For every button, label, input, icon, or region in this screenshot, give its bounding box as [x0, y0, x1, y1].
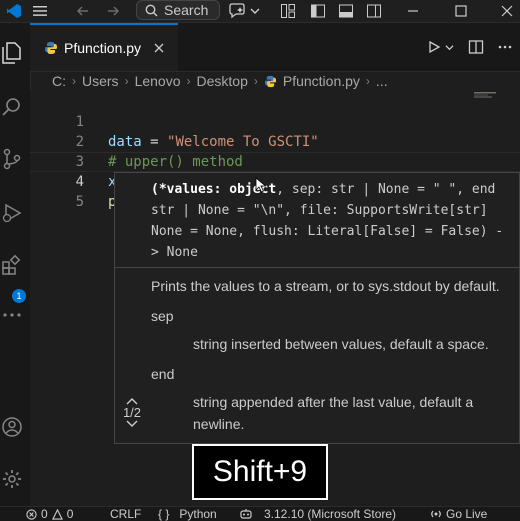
minimize-icon[interactable] [406, 0, 420, 22]
popup-divider [115, 267, 519, 268]
maximize-icon[interactable] [454, 0, 468, 22]
code-line-3: 3 x = data.upper() [30, 132, 520, 190]
go-live-button[interactable]: Go Live [430, 507, 487, 521]
breadcrumb-chevron-icon: › [72, 74, 76, 88]
chevron-up-icon[interactable] [126, 397, 138, 405]
language-mode[interactable]: { } Python [158, 507, 217, 521]
search-icon [145, 4, 158, 16]
broadcast-icon [431, 510, 441, 518]
breadcrumb-chevron-icon: › [253, 74, 258, 88]
breadcrumb-chevron-icon: › [124, 74, 129, 88]
breadcrumb-chevron-icon: › [186, 74, 191, 88]
breadcrumb-item-symbols[interactable]: ... [376, 73, 388, 89]
search-view-icon[interactable] [0, 95, 24, 119]
run-play-icon [429, 40, 441, 54]
doc-param-sep-desc: string inserted between values, default … [193, 336, 489, 352]
python-file-icon [45, 42, 57, 54]
doc-param-end-desc: string appended after the last value, de… [193, 394, 474, 432]
chevron-down-icon[interactable] [126, 420, 138, 428]
tab-label: Pfunction.py [64, 40, 142, 56]
go-live-label: Go Live [446, 507, 488, 521]
code-line-2: 2 # upper() method [30, 112, 520, 170]
interpreter-icon [240, 509, 252, 519]
status-bar: 0 0 CRLF { } Python 3.12.10 (Microsoft S… [0, 506, 520, 521]
run-debug-icon[interactable] [0, 201, 24, 225]
signature-line-3: None = None, flush: Literal[False] = Fal… [151, 224, 504, 239]
close-tab-icon[interactable] [153, 42, 165, 54]
tab-pfunction[interactable]: Pfunction.py [30, 23, 178, 71]
toggle-secondary-sidebar-icon[interactable] [366, 0, 382, 22]
settings-gear-icon[interactable] [0, 467, 24, 491]
chevron-down-icon[interactable] [250, 0, 260, 22]
editor-tab-bar: Pfunction.py [30, 23, 520, 72]
menu-icon[interactable] [32, 0, 48, 22]
split-editor-icon[interactable] [468, 39, 484, 55]
breadcrumb-item-desktop[interactable]: Desktop [197, 73, 248, 89]
extensions-icon[interactable] [0, 253, 24, 277]
layout-customize-icon[interactable] [280, 0, 296, 22]
close-window-icon[interactable] [500, 0, 514, 22]
breadcrumb-item-users[interactable]: Users [82, 73, 119, 89]
error-icon [26, 508, 37, 520]
breadcrumb: C: › Users › Lenovo › Desktop › Pfunctio… [52, 72, 388, 90]
line-number: 5 [75, 194, 84, 210]
mouse-pointer-icon [255, 177, 267, 193]
signature-help-popup[interactable]: (*values: object, sep: str | None = " ",… [114, 172, 520, 444]
account-icon[interactable] [0, 415, 24, 439]
more-actions-icon[interactable] [498, 45, 512, 49]
signature-line-4: > None [151, 245, 198, 260]
code-line-4: 4 print() [30, 152, 520, 211]
title-bar: Search [0, 0, 520, 23]
python-interpreter[interactable]: 3.12.10 (Microsoft Store) [240, 507, 396, 521]
toggle-sidebar-icon[interactable] [310, 0, 326, 22]
copilot-icon[interactable] [228, 0, 246, 22]
warning-icon [51, 508, 63, 520]
signature-text: (*values: object, sep: str | None = " ",… [151, 179, 519, 263]
editor-actions [427, 23, 512, 71]
doc-description: Prints the values to a stream, or to sys… [151, 278, 500, 294]
error-count: 0 [41, 507, 48, 521]
forward-arrow-icon[interactable] [106, 0, 120, 22]
code-line-1: 1 data = "Welcome To GSCTI" [30, 92, 520, 150]
run-python-button[interactable] [427, 40, 454, 54]
braces-icon: { } [158, 507, 170, 521]
keystroke-overlay: Shift+9 [192, 444, 328, 500]
interpreter-label: 3.12.10 (Microsoft Store) [264, 507, 397, 521]
more-icon[interactable] [0, 303, 24, 327]
warning-count: 0 [66, 507, 74, 521]
back-arrow-icon[interactable] [76, 0, 90, 22]
breadcrumb-item-file[interactable]: Pfunction.py [283, 73, 360, 89]
language-label: Python [179, 507, 217, 521]
activity-bar: 1 [0, 23, 31, 506]
command-search-box[interactable]: Search [136, 0, 220, 20]
search-label: Search [164, 2, 209, 18]
toggle-panel-icon[interactable] [338, 0, 354, 22]
explorer-icon[interactable] [0, 41, 24, 65]
breadcrumb-chevron-icon: › [365, 74, 370, 88]
overload-counter: 1/2 [122, 405, 142, 420]
run-chevron-down-icon [445, 44, 454, 50]
python-file-icon [264, 75, 276, 87]
source-control-icon[interactable] [0, 147, 24, 171]
problems-indicator[interactable]: 0 0 [26, 507, 73, 521]
signature-line-2: str | None = "\n", file: SupportsWrite[s… [151, 203, 488, 218]
extensions-badge: 1 [12, 289, 26, 303]
eol-indicator[interactable]: CRLF [110, 507, 141, 521]
breadcrumb-item-lenovo[interactable]: Lenovo [135, 73, 181, 89]
signature-rest: , sep: str | None = " ", end [276, 182, 496, 197]
breadcrumb-item-drive[interactable]: C: [52, 73, 66, 89]
doc-param-sep-name: sep [151, 308, 174, 324]
overload-pager: 1/2 [117, 397, 147, 428]
app-logo-icon [6, 0, 22, 22]
doc-param-end-name: end [151, 366, 175, 382]
